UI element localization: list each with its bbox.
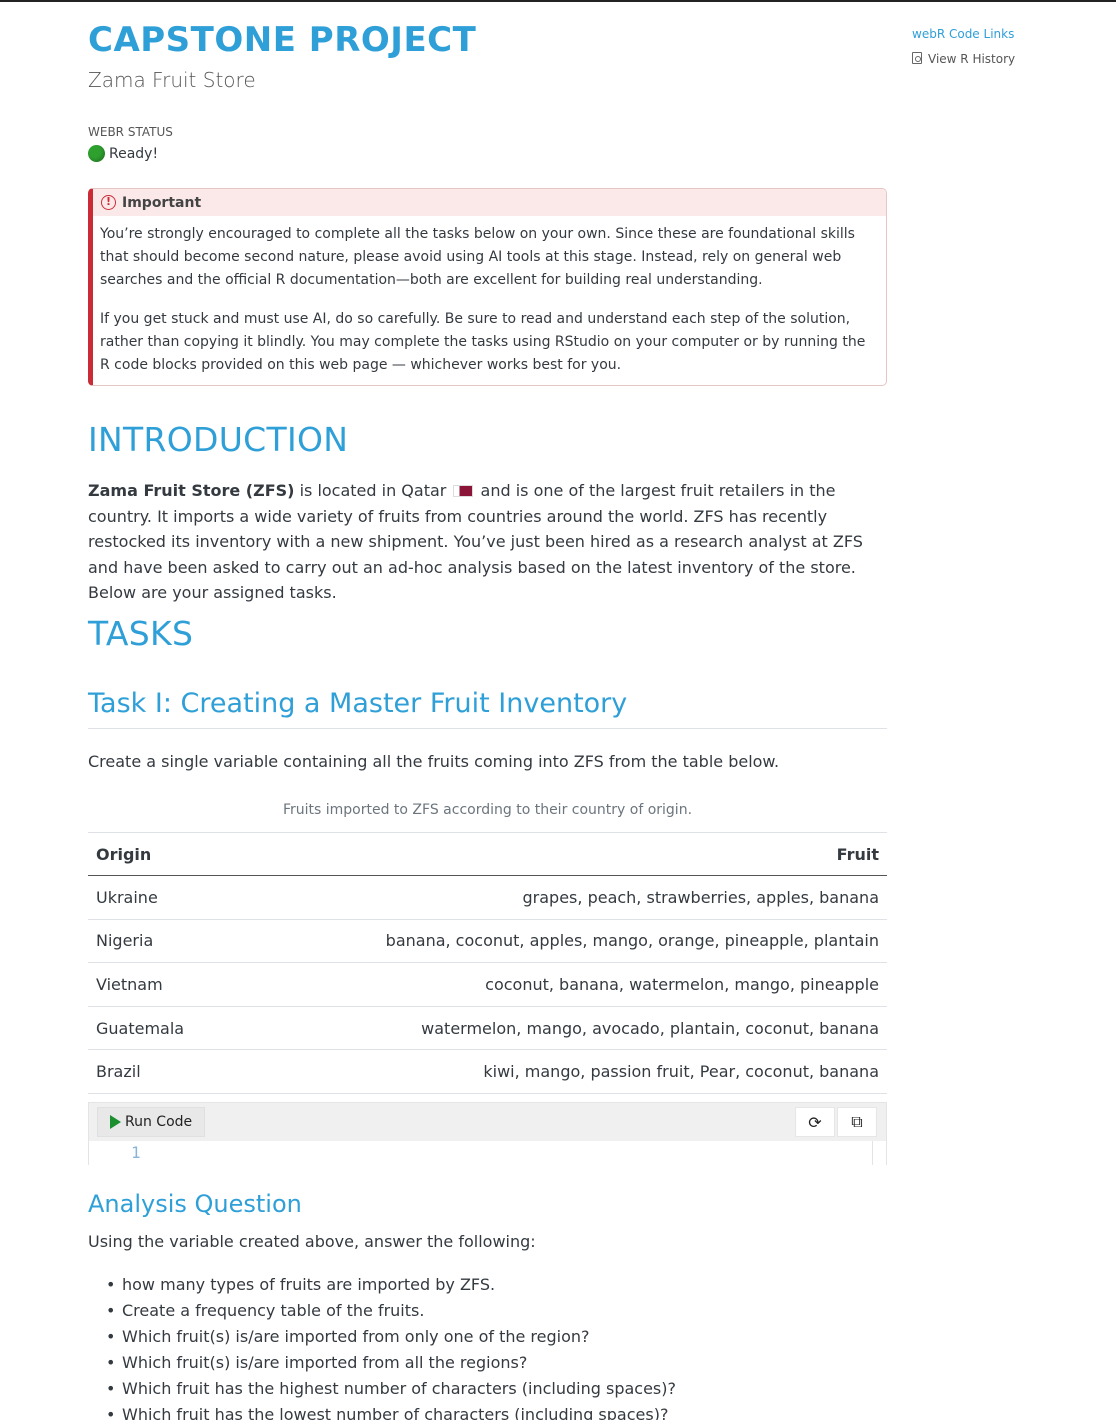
table-row: Nigeria banana, coconut, apples, mango, … (88, 919, 887, 964)
fruit-cell: banana, coconut, apples, mango, orange, … (223, 919, 887, 964)
introduction-heading: INTRODUCTION (88, 420, 349, 459)
copy-code-button[interactable]: ⧉ (837, 1107, 877, 1137)
table-row: Ukraine grapes, peach, strawberries, app… (88, 875, 887, 920)
origin-cell: Guatemala (88, 1006, 224, 1051)
webr-status: Ready! (88, 145, 158, 162)
fruit-cell: kiwi, mango, passion fruit, Pear, coconu… (223, 1049, 887, 1094)
fruit-cell: watermelon, mango, avocado, plantain, co… (223, 1006, 887, 1051)
status-dot-icon (88, 145, 105, 162)
sidebar-title: webR Code Links (912, 27, 1015, 41)
play-icon (110, 1115, 121, 1129)
line-number: 1 (131, 1143, 141, 1162)
exclamation-circle-icon: ! (101, 195, 116, 210)
list-item: Which fruit has the highest number of ch… (106, 1376, 676, 1402)
sidebar: webR Code Links View R History (912, 26, 1032, 70)
refresh-icon: ⟳ (808, 1112, 822, 1132)
list-item: how many types of fruits are imported by… (106, 1272, 676, 1298)
analysis-intro: Using the variable created above, answer… (88, 1232, 536, 1251)
webr-status-value: Ready! (109, 145, 159, 162)
list-item: Create a frequency table of the fruits. (106, 1298, 676, 1324)
code-editor[interactable]: 1 (89, 1141, 886, 1165)
introduction-text: Zama Fruit Store (ZFS) is located in Qat… (88, 478, 887, 606)
webr-status-label: WEBR STATUS (88, 125, 173, 139)
list-item: Which fruit(s) is/are imported from all … (106, 1350, 676, 1376)
reset-code-button[interactable]: ⟳ (795, 1107, 835, 1137)
column-header-fruit: Fruit (223, 832, 887, 876)
view-r-history-label: View R History (928, 52, 1016, 66)
column-header-origin: Origin (88, 832, 224, 876)
callout-header: ! Important (93, 189, 886, 216)
run-code-button[interactable]: Run Code (97, 1107, 205, 1137)
callout-paragraph: You’re strongly encouraged to complete a… (100, 226, 855, 288)
table-caption: Fruits imported to ZFS according to thei… (282, 802, 693, 818)
table-row: Brazil kiwi, mango, passion fruit, Pear,… (88, 1049, 887, 1094)
copy-icon: ⧉ (851, 1112, 863, 1131)
editor-scrollbar (872, 1141, 873, 1165)
list-item: Which fruit has the lowest number of cha… (106, 1402, 676, 1420)
origin-cell: Nigeria (88, 919, 224, 964)
origin-cell: Ukraine (88, 875, 224, 920)
important-callout: ! Important You’re strongly encouraged t… (88, 188, 887, 386)
list-item: Which fruit(s) is/are imported from only… (106, 1324, 676, 1350)
analysis-heading: Analysis Question (88, 1190, 302, 1218)
page-subtitle: Zama Fruit Store (88, 68, 256, 92)
callout-paragraph: If you get stuck and must use AI, do so … (100, 311, 866, 373)
callout-title: Important (122, 194, 202, 211)
tasks-heading: TASKS (88, 614, 194, 653)
task1-heading: Task I: Creating a Master Fruit Inventor… (88, 688, 887, 729)
analysis-question-list: how many types of fruits are imported by… (106, 1272, 676, 1420)
intro-bold-lead: Zama Fruit Store (ZFS) (88, 481, 295, 500)
origin-cell: Brazil (88, 1049, 224, 1094)
code-toolbar: Run Code ⟳ ⧉ (89, 1103, 886, 1141)
fruit-origin-table: Origin Fruit Ukraine grapes, peach, stra… (88, 832, 887, 1094)
table-header-row: Origin Fruit (88, 832, 887, 876)
table-row: Vietnam coconut, banana, watermelon, man… (88, 962, 887, 1007)
run-code-label: Run Code (125, 1114, 193, 1130)
intro-text-part: is located in Qatar (294, 481, 452, 500)
task1-description: Create a single variable containing all … (88, 752, 780, 771)
page-title: CAPSTONE PROJECT (88, 20, 477, 60)
webr-code-cell: Run Code ⟳ ⧉ 1 (88, 1102, 887, 1165)
callout-body: You’re strongly encouraged to complete a… (93, 216, 886, 377)
table-row: Guatemala watermelon, mango, avocado, pl… (88, 1006, 887, 1051)
origin-cell: Vietnam (88, 962, 224, 1007)
fruit-cell: grapes, peach, strawberries, apples, ban… (223, 875, 887, 920)
view-r-history-link[interactable]: View R History (912, 48, 1032, 70)
qatar-flag-icon (453, 485, 474, 497)
fruit-cell: coconut, banana, watermelon, mango, pine… (223, 962, 887, 1007)
file-code-icon (912, 52, 922, 64)
